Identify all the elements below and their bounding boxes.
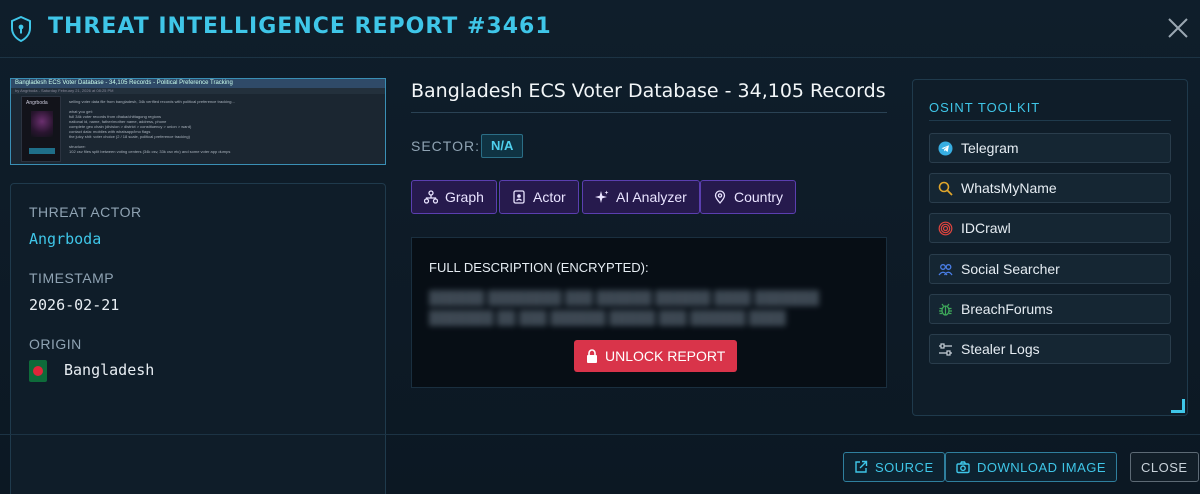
record-title: Bangladesh ECS Voter Database - 34,105 R… [411, 80, 887, 113]
sector-label: SECTOR: [411, 138, 480, 154]
description-label: FULL DESCRIPTION (ENCRYPTED): [429, 260, 649, 275]
encrypted-description-text: ██████ ████████ ███ ██████ ██████ ████ █… [429, 290, 820, 325]
country-button-label: Country [734, 189, 784, 205]
resize-corner-accent [1171, 399, 1185, 413]
threat-actor-label: THREAT ACTOR [29, 204, 142, 220]
threat-report-modal: THREAT INTELLIGENCE REPORT #3461 Banglad… [0, 0, 1200, 494]
thumbnail-badge [29, 148, 55, 154]
bug-icon [939, 303, 952, 316]
unlock-report-label: UNLOCK REPORT [605, 348, 726, 364]
actor-info-panel: THREAT ACTOR Angrboda TIMESTAMP 2026-02-… [10, 183, 386, 494]
ai-analyzer-button[interactable]: AI Analyzer [582, 180, 700, 214]
timestamp-value: 2026-02-21 [29, 296, 120, 314]
osint-idcrawl[interactable]: IDCrawl [929, 213, 1171, 243]
osint-telegram[interactable]: Telegram [929, 133, 1171, 163]
unlock-report-button[interactable]: UNLOCK REPORT [574, 340, 738, 372]
download-image-button[interactable]: DOWNLOAD IMAGE [945, 452, 1118, 482]
thumbnail-username: Angrboda [26, 100, 48, 106]
thumbnail-avatar [31, 111, 53, 137]
sector-badge: N/A [481, 134, 524, 158]
osint-divider [929, 120, 1171, 121]
osint-social-searcher-label: Social Searcher [961, 261, 1060, 277]
osint-breachforums[interactable]: BreachForums [929, 294, 1171, 324]
shield-icon [11, 16, 31, 42]
actor-button-label: Actor [533, 189, 566, 205]
close-icon[interactable] [1166, 16, 1190, 40]
external-link-icon [855, 460, 868, 473]
ai-analyzer-button-label: AI Analyzer [616, 189, 687, 205]
lock-icon [587, 349, 597, 363]
graph-button[interactable]: Graph [411, 180, 497, 214]
osint-telegram-label: Telegram [961, 140, 1019, 156]
country-button[interactable]: Country [700, 180, 797, 214]
report-title: THREAT INTELLIGENCE REPORT #3461 [48, 14, 552, 39]
users-icon [938, 263, 953, 275]
search-icon [938, 181, 953, 196]
modal-header: THREAT INTELLIGENCE REPORT #3461 [0, 0, 1200, 58]
close-button-label: CLOSE [1141, 459, 1188, 475]
osint-social-searcher[interactable]: Social Searcher [929, 254, 1171, 284]
encrypted-description-box: FULL DESCRIPTION (ENCRYPTED): ██████ ███… [411, 237, 887, 388]
telegram-icon [938, 141, 953, 155]
sliders-icon [939, 342, 952, 356]
osint-toolkit-panel: OSINT TOOLKIT Telegram WhatsMyName IDCra… [912, 79, 1188, 416]
fingerprint-icon [938, 221, 953, 235]
origin-label: ORIGIN [29, 336, 82, 352]
origin-value: Bangladesh [64, 361, 155, 379]
bangladesh-flag-icon [29, 360, 47, 382]
sparkle-icon [595, 190, 609, 203]
map-pin-icon [714, 190, 726, 204]
osint-idcrawl-label: IDCrawl [961, 220, 1011, 236]
evidence-thumbnail[interactable]: Bangladesh ECS Voter Database - 34,105 R… [10, 78, 386, 165]
footer-divider [0, 434, 1200, 435]
thumbnail-title-bar: Bangladesh ECS Voter Database - 34,105 R… [11, 79, 385, 88]
timestamp-label: TIMESTAMP [29, 270, 115, 286]
close-button[interactable]: CLOSE [1130, 452, 1199, 482]
threat-actor-link[interactable]: Angrboda [29, 230, 101, 248]
source-button[interactable]: SOURCE [843, 452, 945, 482]
thumbnail-user-card: Angrboda [21, 96, 61, 162]
id-card-icon [513, 190, 525, 204]
camera-icon [956, 461, 970, 474]
osint-toolkit-title: OSINT TOOLKIT [929, 100, 1041, 115]
graph-button-label: Graph [445, 189, 484, 205]
osint-stealer-logs[interactable]: Stealer Logs [929, 334, 1171, 364]
actor-button[interactable]: Actor [499, 180, 579, 214]
osint-whatsmyname-label: WhatsMyName [961, 180, 1057, 196]
osint-stealer-logs-label: Stealer Logs [961, 341, 1040, 357]
graph-icon [424, 190, 438, 204]
source-button-label: SOURCE [875, 459, 934, 475]
download-image-button-label: DOWNLOAD IMAGE [977, 459, 1107, 475]
thumbnail-body-text: selling voter data file from bangladesh,… [69, 99, 235, 154]
osint-breachforums-label: BreachForums [961, 301, 1053, 317]
thumbnail-subtitle: by Angrboda - Saturday February 21, 2026… [11, 88, 385, 94]
osint-whatsmyname[interactable]: WhatsMyName [929, 173, 1171, 203]
